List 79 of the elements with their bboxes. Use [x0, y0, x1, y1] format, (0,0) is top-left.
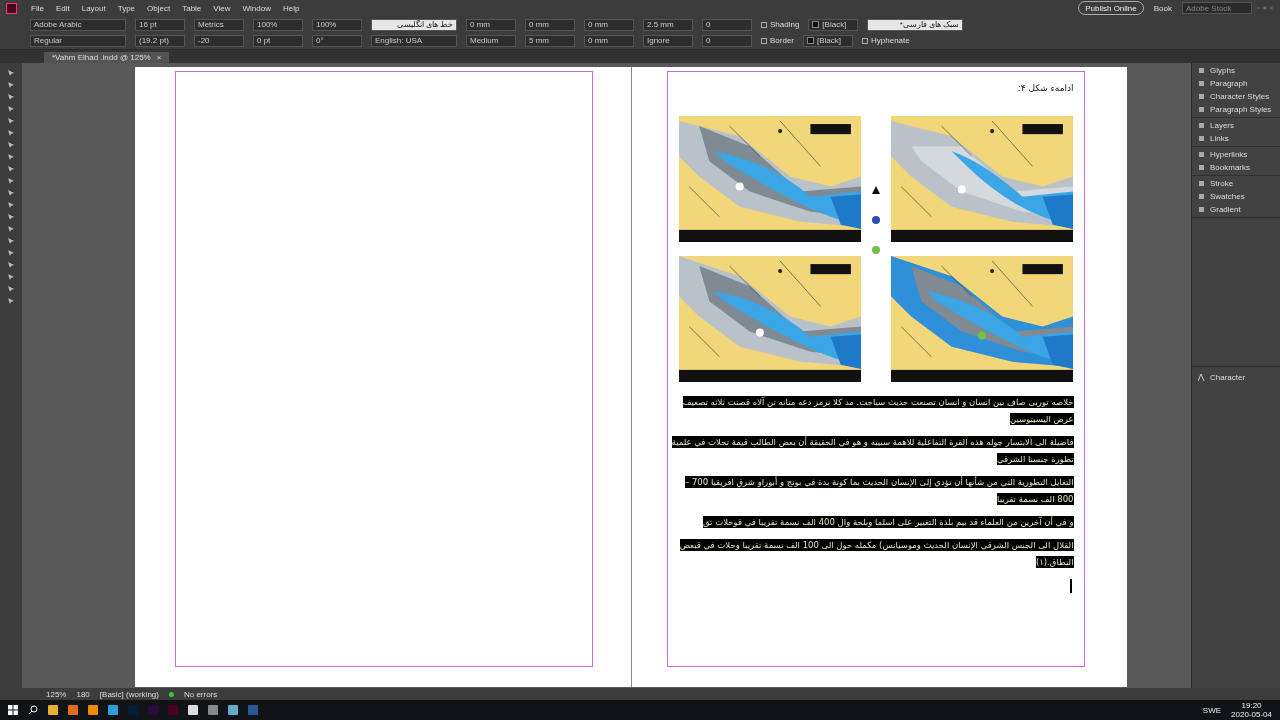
profile-label: [Basic] (working)	[99, 689, 159, 699]
menu-item[interactable]: Table	[176, 3, 208, 13]
panel-item[interactable]: Hyperlinks	[1198, 150, 1280, 159]
input-field[interactable]: Ignore	[643, 34, 693, 47]
dropdown[interactable]: خط های انگلیسی	[371, 18, 457, 31]
selected-paragraph: و في أن آخرين من العلماء قد بيم بلذة التغيير على اسلما وبلحة وال 400 الف نسمة تقريبا في قوحلات تق	[702, 515, 1074, 530]
swatch-icon	[812, 21, 820, 28]
menu-item[interactable]: View	[207, 3, 237, 13]
menu-item[interactable]: Type	[111, 3, 142, 13]
legend-marker-icon	[871, 186, 880, 194]
panel-item[interactable]: Paragraph	[1198, 79, 1280, 88]
panel-item[interactable]: Swatches	[1198, 192, 1280, 201]
input-field[interactable]: 0 mm	[466, 18, 516, 31]
checkbox[interactable]	[761, 37, 767, 44]
windows-start-icon[interactable]	[8, 705, 18, 715]
checkbox-label: Shading	[770, 20, 800, 29]
preflight-status[interactable]: No errors	[183, 689, 218, 699]
dropdown[interactable]: سبک های فارسی*	[867, 18, 964, 31]
input-field[interactable]: 0 mm	[584, 34, 634, 47]
dropdown[interactable]: English: USA	[371, 34, 457, 47]
language-indicator[interactable]: SWE	[1202, 705, 1222, 715]
input-field[interactable]: 100%	[253, 18, 303, 31]
input-field[interactable]: 0 mm	[584, 18, 634, 31]
selected-paragraph: القلال الى الجنس الشرقي الإنسان الحديث وموسيانس) مكمله حول الى 100 الف نسمة تقريبا وحلات في قبعض النطاق.(١)	[678, 538, 1074, 570]
input-field[interactable]: -20	[194, 34, 244, 47]
checkbox-label: Border	[770, 36, 794, 45]
legend-marker-icon	[871, 246, 880, 254]
input-field[interactable]: 0	[702, 18, 752, 31]
dropdown[interactable]: Regular	[30, 34, 126, 47]
app-logo-icon	[6, 2, 17, 14]
input-field[interactable]: (19.2 pt)	[135, 34, 185, 47]
input-field[interactable]: 5 mm	[525, 34, 575, 47]
panel-item[interactable]: Stroke	[1198, 179, 1280, 188]
document-tab[interactable]: *Vahm Elhad .indd @ 125% ×	[44, 52, 170, 63]
panel-item[interactable]: Glyphs	[1198, 66, 1280, 75]
checkbox[interactable]	[761, 21, 767, 28]
swatch-dropdown[interactable]: [Black]	[808, 18, 859, 31]
selected-paragraph: التغايل التطورية التي من شأنها أن تؤدي إلى الإنسان الحديث بما كوتة بدة في بونج و أبوراو شرق افريقيا 700 – 800 الف نسمة تقريبا	[684, 475, 1074, 507]
swatch-dropdown[interactable]: [Black]	[803, 34, 853, 47]
zoom-field[interactable]: 125%	[46, 689, 67, 699]
menu-item[interactable]: Help	[276, 3, 306, 13]
panel-item[interactable]: Bookmarks	[1198, 163, 1280, 172]
input-field[interactable]: Metrics	[194, 18, 244, 31]
checkbox-label: Hyphenate	[871, 36, 910, 45]
menu-item[interactable]: Window	[236, 3, 277, 13]
panel-item[interactable]: Character Styles	[1198, 92, 1280, 101]
clock[interactable]: 19:20 2020-05-04	[1231, 701, 1272, 719]
input-field[interactable]: 2.5 mm	[643, 18, 693, 31]
input-field[interactable]: 100%	[312, 18, 362, 31]
panel-item[interactable]: Gradient	[1198, 205, 1280, 214]
figure-caption: ادامهء شکل ۴:	[1016, 83, 1074, 93]
input-field[interactable]: 0	[702, 34, 752, 47]
input-field[interactable]: 16 pt	[135, 18, 185, 31]
dropdown[interactable]: Adobe Arabic	[30, 18, 126, 31]
page-field[interactable]: 180	[76, 689, 90, 699]
checkbox[interactable]	[862, 37, 868, 44]
menu-item[interactable]: Object	[141, 3, 177, 13]
input-field[interactable]: Medium	[466, 34, 516, 47]
menu-item[interactable]: Edit	[49, 3, 76, 13]
selected-paragraph: خلاصه توربی صاف بین انسان و انسان تصنعت حدیث سیاحت. مد کلا ترمز دعه متانه تن آلاه قصنت ثلاثه تصعیف عرض الیسیتوسین	[681, 395, 1074, 427]
panel-item[interactable]: Character	[1198, 373, 1246, 382]
character-icon	[1198, 374, 1205, 381]
panel-item[interactable]: Paragraph Styles	[1198, 105, 1280, 114]
text-cursor	[1069, 579, 1072, 593]
panel-item[interactable]: Links	[1198, 134, 1280, 143]
swatch-icon	[807, 37, 814, 44]
close-icon[interactable]: ×	[156, 53, 162, 62]
selected-paragraph: فاضیلة الى الابتسار جوله هذه القرة التفاعلية للاهمة سبيبه و هو في الحقيقة أن بعض الطالب قيمة تحلات في علمية تطورة جنسنا الشرقي	[670, 435, 1074, 467]
workspace-dropdown[interactable]: Book	[1153, 3, 1172, 13]
input-field[interactable]: 0 pt	[253, 34, 303, 47]
search-icon[interactable]	[28, 705, 38, 715]
panel-item[interactable]: Layers	[1198, 121, 1280, 130]
input-field[interactable]: 0°	[312, 34, 362, 47]
status-dot-icon	[168, 691, 174, 697]
search-field[interactable]: Adobe Stock	[1182, 2, 1252, 14]
legend-marker-icon	[871, 216, 880, 224]
input-field[interactable]: 0 mm	[525, 18, 575, 31]
menu-item[interactable]: Layout	[75, 3, 112, 13]
menu-item[interactable]: File	[25, 3, 50, 13]
